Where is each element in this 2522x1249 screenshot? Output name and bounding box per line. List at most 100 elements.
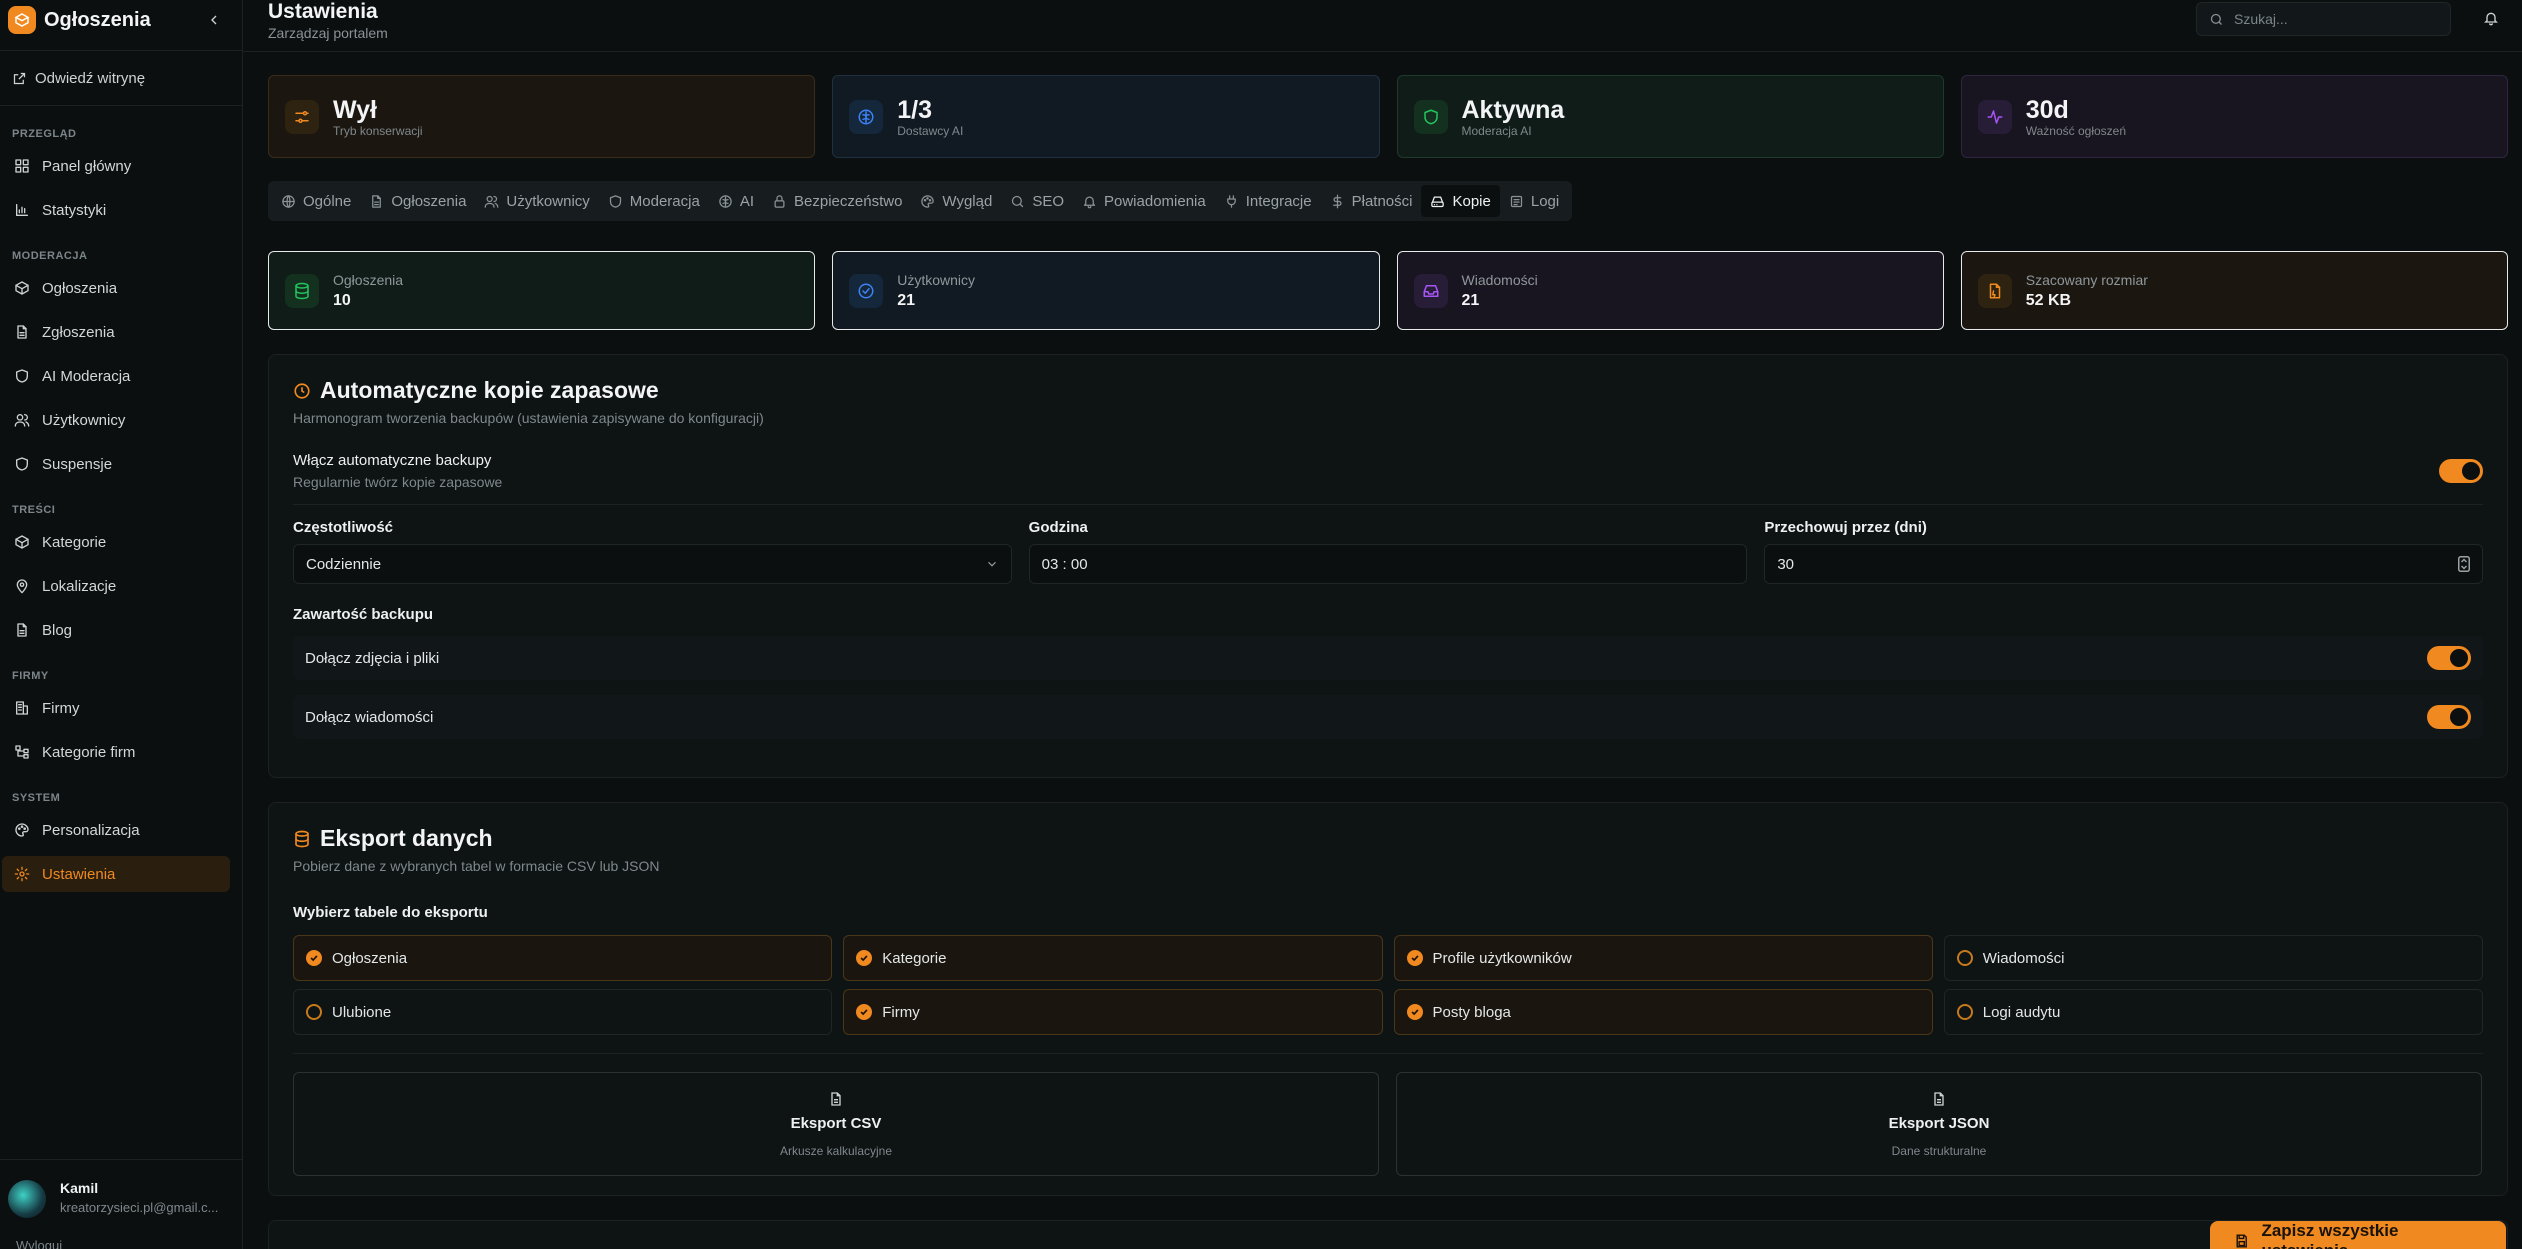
external-link-icon <box>13 72 26 84</box>
panel-title: Eksport danych <box>320 825 493 851</box>
export-table-option[interactable]: Wiadomości <box>1943 935 2483 981</box>
circle-icon[interactable] <box>1956 1004 1973 1020</box>
sliders-icon <box>295 110 309 123</box>
sidebar-item-suspensje[interactable]: Suspensje <box>0 446 230 482</box>
auto-backup-toggle[interactable] <box>2439 459 2483 483</box>
check-icon[interactable] <box>306 950 322 966</box>
export-table-option[interactable]: Firmy <box>843 989 1383 1035</box>
sidebar-item-label: Zgłoszenia <box>42 323 115 341</box>
file-icon <box>1934 1091 1944 1106</box>
sidebar-item-lokalizacje[interactable]: Lokalizacje <box>0 568 230 604</box>
sidebar-item-panel-główny[interactable]: Panel główny <box>0 148 230 184</box>
retention-input[interactable]: 30 <box>1764 544 2484 584</box>
brand-logo-icon[interactable] <box>8 6 36 34</box>
sidebar-item-label: Kategorie firm <box>42 743 136 761</box>
export-table-option[interactable]: Posty bloga <box>1393 989 1933 1035</box>
building-icon <box>16 701 28 715</box>
tab-seo[interactable]: SEO <box>1001 185 1073 217</box>
tab-kopie[interactable]: Kopie <box>1421 185 1500 217</box>
avatar[interactable] <box>8 1180 46 1218</box>
brand-name: Ogłoszenia <box>44 8 151 31</box>
search-box[interactable] <box>2196 2 2451 36</box>
auto-backup-row: Włącz automatyczne backupy Regularnie tw… <box>293 452 2483 505</box>
shield-icon <box>1423 109 1438 124</box>
auto-backup-sub: Regularnie twórz kopie zapasowe <box>293 474 503 490</box>
sidebar-item-personalizacja[interactable]: Personalizacja <box>0 812 230 848</box>
tab-ogólne[interactable]: Ogólne <box>272 185 360 217</box>
frequency-label: Częstotliwość <box>293 519 394 536</box>
sidebar-item-statystyki[interactable]: Statystyki <box>0 192 230 228</box>
include-files-toggle[interactable] <box>2427 646 2471 670</box>
export-buttons: Eksport CSV Arkusze kalkulacyjne Eksport… <box>293 1053 2483 1176</box>
export-table-option[interactable]: Ogłoszenia <box>293 935 833 981</box>
page-subtitle: Zarządzaj portalem <box>268 25 388 41</box>
tab-bezpieczeństwo[interactable]: Bezpieczeństwo <box>763 185 911 217</box>
check-circle-icon <box>858 283 874 298</box>
sidebar-item-firmy[interactable]: Firmy <box>0 690 230 726</box>
tab-ogłoszenia[interactable]: Ogłoszenia <box>360 185 475 217</box>
circle-icon[interactable] <box>306 1004 322 1020</box>
shield-icon <box>16 369 28 383</box>
tab-logi[interactable]: Logi <box>1500 185 1568 217</box>
include-messages-toggle[interactable] <box>2427 705 2471 729</box>
sidebar-item-kategorie-firm[interactable]: Kategorie firm <box>0 734 230 770</box>
auto-backup-panel: Automatyczne kopie zapasowe Harmonogram … <box>268 354 2508 778</box>
db-stat-card: Wiadomości 21 <box>1396 251 1944 330</box>
circle-icon[interactable] <box>1956 950 1973 966</box>
sidebar-item-label: Personalizacja <box>42 821 140 839</box>
sidebar-item-label: Statystyki <box>42 201 107 219</box>
export-table-grid: Ogłoszenia Kategorie Profile użytkowników W… <box>293 935 2483 1035</box>
tab-użytkownicy[interactable]: Użytkownicy <box>475 185 598 217</box>
db-stat-value: 21 <box>897 291 916 309</box>
user-card[interactable]: Kamil kreatorzysieci.pl@gmail.c... Wylog… <box>0 1159 243 1249</box>
document-icon <box>372 194 382 208</box>
include-files-row: Dołącz zdjęcia i pliki <box>293 636 2483 680</box>
db-stat-card: Ogłoszenia 10 <box>268 251 816 330</box>
tab-moderacja[interactable]: Moderacja <box>599 185 709 217</box>
check-icon[interactable] <box>1406 950 1423 966</box>
sidebar-item-zgłoszenia[interactable]: Zgłoszenia <box>0 314 230 350</box>
tab-integracje[interactable]: Integracje <box>1215 185 1321 217</box>
stepper-icon[interactable] <box>2458 556 2471 572</box>
panel-description: Pobierz dane z wybranych tabel w formaci… <box>293 858 660 874</box>
export-csv-button[interactable]: Eksport CSV Arkusze kalkulacyjne <box>293 1072 1379 1176</box>
visit-site-link[interactable]: Odwiedź witrynę <box>0 61 242 95</box>
check-icon[interactable] <box>856 950 873 966</box>
stat-value: Aktywna <box>1461 95 1565 124</box>
clock-icon <box>294 382 310 399</box>
chevron-left-icon[interactable] <box>206 12 222 28</box>
sidebar-item-ogłoszenia[interactable]: Ogłoszenia <box>0 270 230 306</box>
include-messages-row: Dołącz wiadomości <box>293 695 2483 739</box>
users-icon <box>485 195 499 208</box>
time-input[interactable]: 03 : 00 <box>1028 544 1748 584</box>
bell-icon[interactable] <box>2483 10 2499 26</box>
document-icon <box>17 623 27 637</box>
users-icon <box>14 414 30 427</box>
export-json-button[interactable]: Eksport JSON Dane strukturalne <box>1396 1072 2482 1176</box>
search-input[interactable] <box>2234 11 2434 27</box>
save-all-button[interactable]: Zapisz wszystkie ustawienia <box>2210 1221 2506 1249</box>
tab-płatności[interactable]: Płatności <box>1321 185 1422 217</box>
tab-wygląd[interactable]: Wygląd <box>911 185 1001 217</box>
stats-row: Wył Tryb konserwacji 1/3 Dostawcy AI Aktywna… <box>268 75 2508 158</box>
sidebar-item-blog[interactable]: Blog <box>0 612 230 648</box>
logout-link[interactable]: Wyloguj <box>16 1238 62 1249</box>
tab-ai[interactable]: AI <box>709 185 763 217</box>
export-table-option[interactable]: Logi audytu <box>1943 989 2483 1035</box>
gear-icon <box>14 866 30 882</box>
sidebar-item-użytkownicy[interactable]: Użytkownicy <box>0 402 230 438</box>
tab-powiadomienia[interactable]: Powiadomienia <box>1073 185 1215 217</box>
export-table-option[interactable]: Kategorie <box>843 935 1383 981</box>
sidebar-item-ai-moderacja[interactable]: AI Moderacja <box>0 358 230 394</box>
sidebar-item-kategorie[interactable]: Kategorie <box>0 524 230 560</box>
export-table-option[interactable]: Profile użytkowników <box>1393 935 1933 981</box>
sidebar-item-label: Suspensje <box>42 455 113 473</box>
db-stat-value: 10 <box>333 291 351 309</box>
db-stat-card: Użytkownicy 21 <box>832 251 1380 330</box>
check-icon[interactable] <box>1406 1004 1423 1020</box>
frequency-select[interactable]: Codziennie <box>293 544 1012 584</box>
export-table-option[interactable]: Ulubione <box>293 989 833 1035</box>
sidebar-item-ustawienia[interactable]: Ustawienia <box>2 856 230 892</box>
package-icon <box>15 535 29 549</box>
check-icon[interactable] <box>856 1004 873 1020</box>
